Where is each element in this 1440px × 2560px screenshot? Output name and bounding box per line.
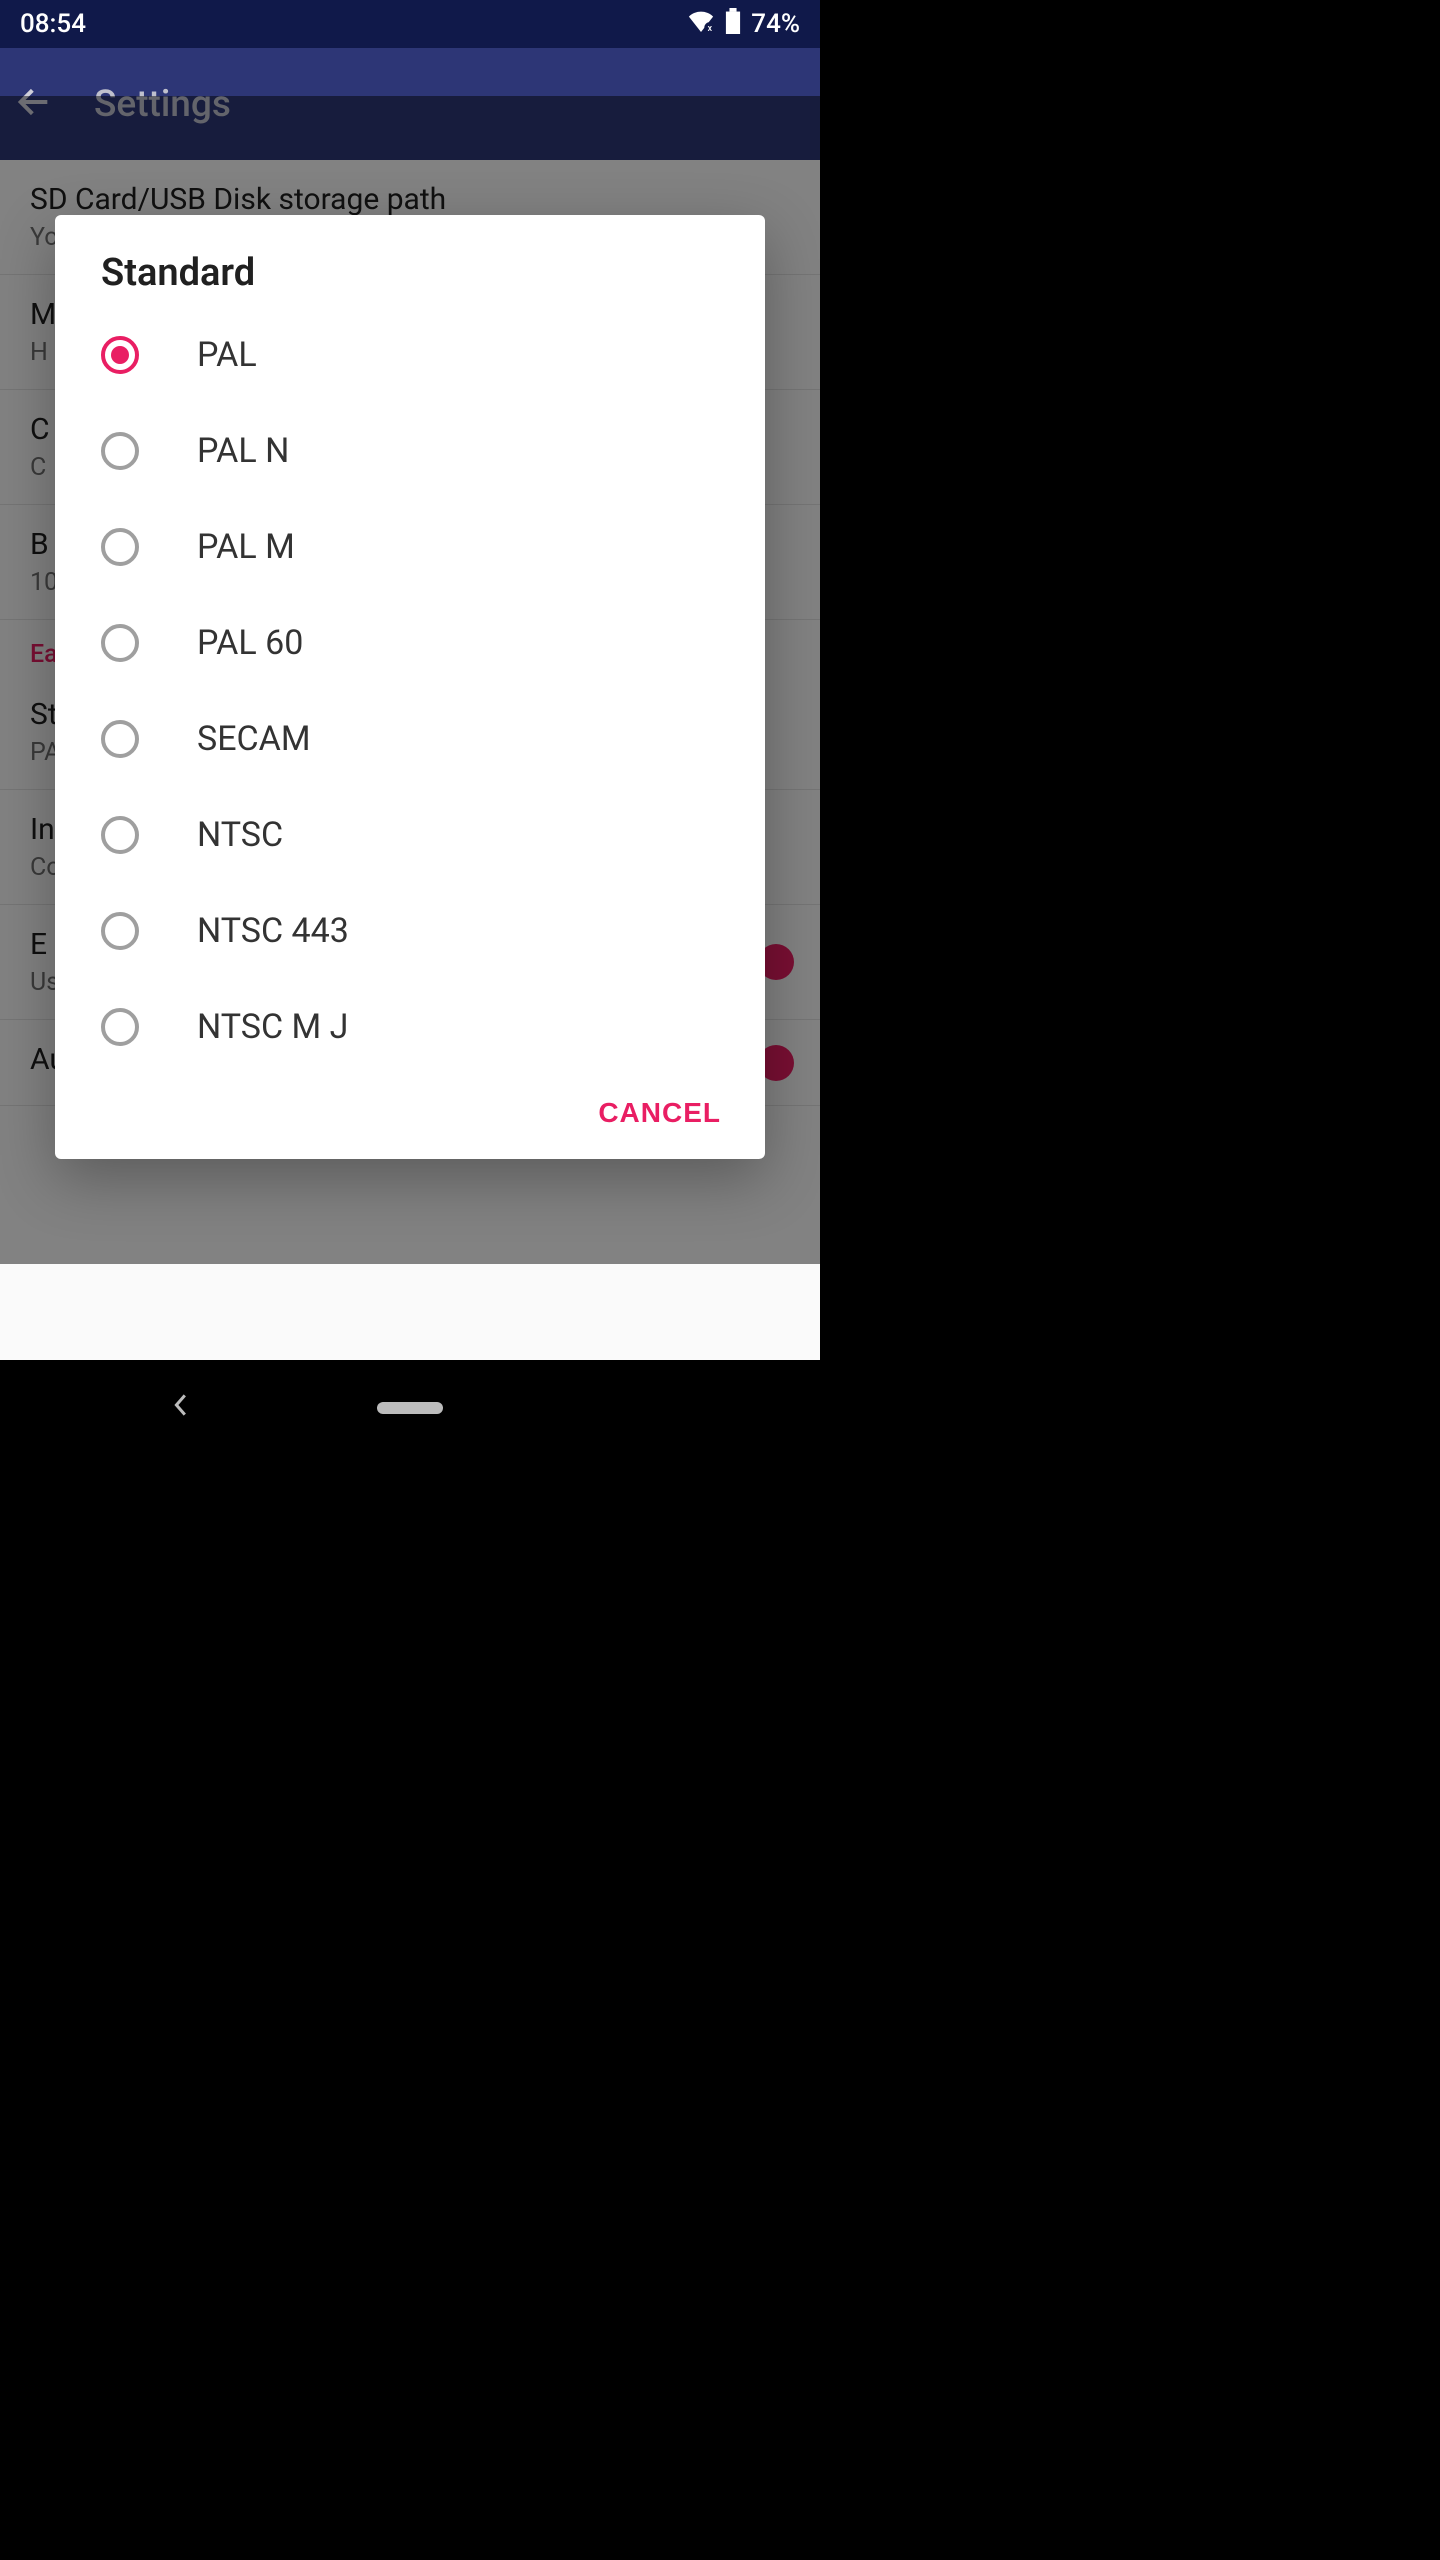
status-time: 08:54 <box>20 9 86 39</box>
standard-dialog: Standard PAL PAL N PAL M PAL 60 SECAM NTSC NTS… <box>55 215 765 1159</box>
radio-option-ntsc-443[interactable]: NTSC 443 <box>55 883 765 979</box>
radio-icon <box>101 912 139 950</box>
dialog-title: Standard <box>55 251 765 307</box>
wifi-icon: x <box>687 9 715 39</box>
radio-icon <box>101 432 139 470</box>
radio-icon <box>101 720 139 758</box>
radio-option-pal[interactable]: PAL <box>55 307 765 403</box>
radio-label: PAL N <box>197 431 289 471</box>
status-battery: 74% <box>751 9 800 39</box>
svg-text:x: x <box>708 24 713 32</box>
navigation-bar <box>0 1360 820 1456</box>
radio-option-pal-60[interactable]: PAL 60 <box>55 595 765 691</box>
radio-label: PAL M <box>197 527 295 567</box>
radio-option-pal-m[interactable]: PAL M <box>55 499 765 595</box>
radio-label: NTSC <box>197 815 283 855</box>
radio-option-ntsc[interactable]: NTSC <box>55 787 765 883</box>
radio-label: NTSC M J <box>197 1007 348 1047</box>
radio-icon <box>101 528 139 566</box>
radio-label: PAL 60 <box>197 623 303 663</box>
battery-icon <box>725 8 741 41</box>
radio-icon <box>101 336 139 374</box>
radio-icon <box>101 1008 139 1046</box>
radio-option-pal-n[interactable]: PAL N <box>55 403 765 499</box>
cancel-button[interactable]: CANCEL <box>598 1097 721 1129</box>
nav-back-icon[interactable] <box>170 1393 190 1424</box>
radio-option-ntsc-m-j[interactable]: NTSC M J <box>55 979 765 1075</box>
radio-icon <box>101 624 139 662</box>
radio-icon <box>101 816 139 854</box>
radio-option-secam[interactable]: SECAM <box>55 691 765 787</box>
status-bar: 08:54 x 74% <box>0 0 820 48</box>
radio-label: PAL <box>197 335 257 375</box>
radio-label: NTSC 443 <box>197 911 349 951</box>
nav-home-pill[interactable] <box>377 1402 443 1414</box>
radio-label: SECAM <box>197 719 311 759</box>
